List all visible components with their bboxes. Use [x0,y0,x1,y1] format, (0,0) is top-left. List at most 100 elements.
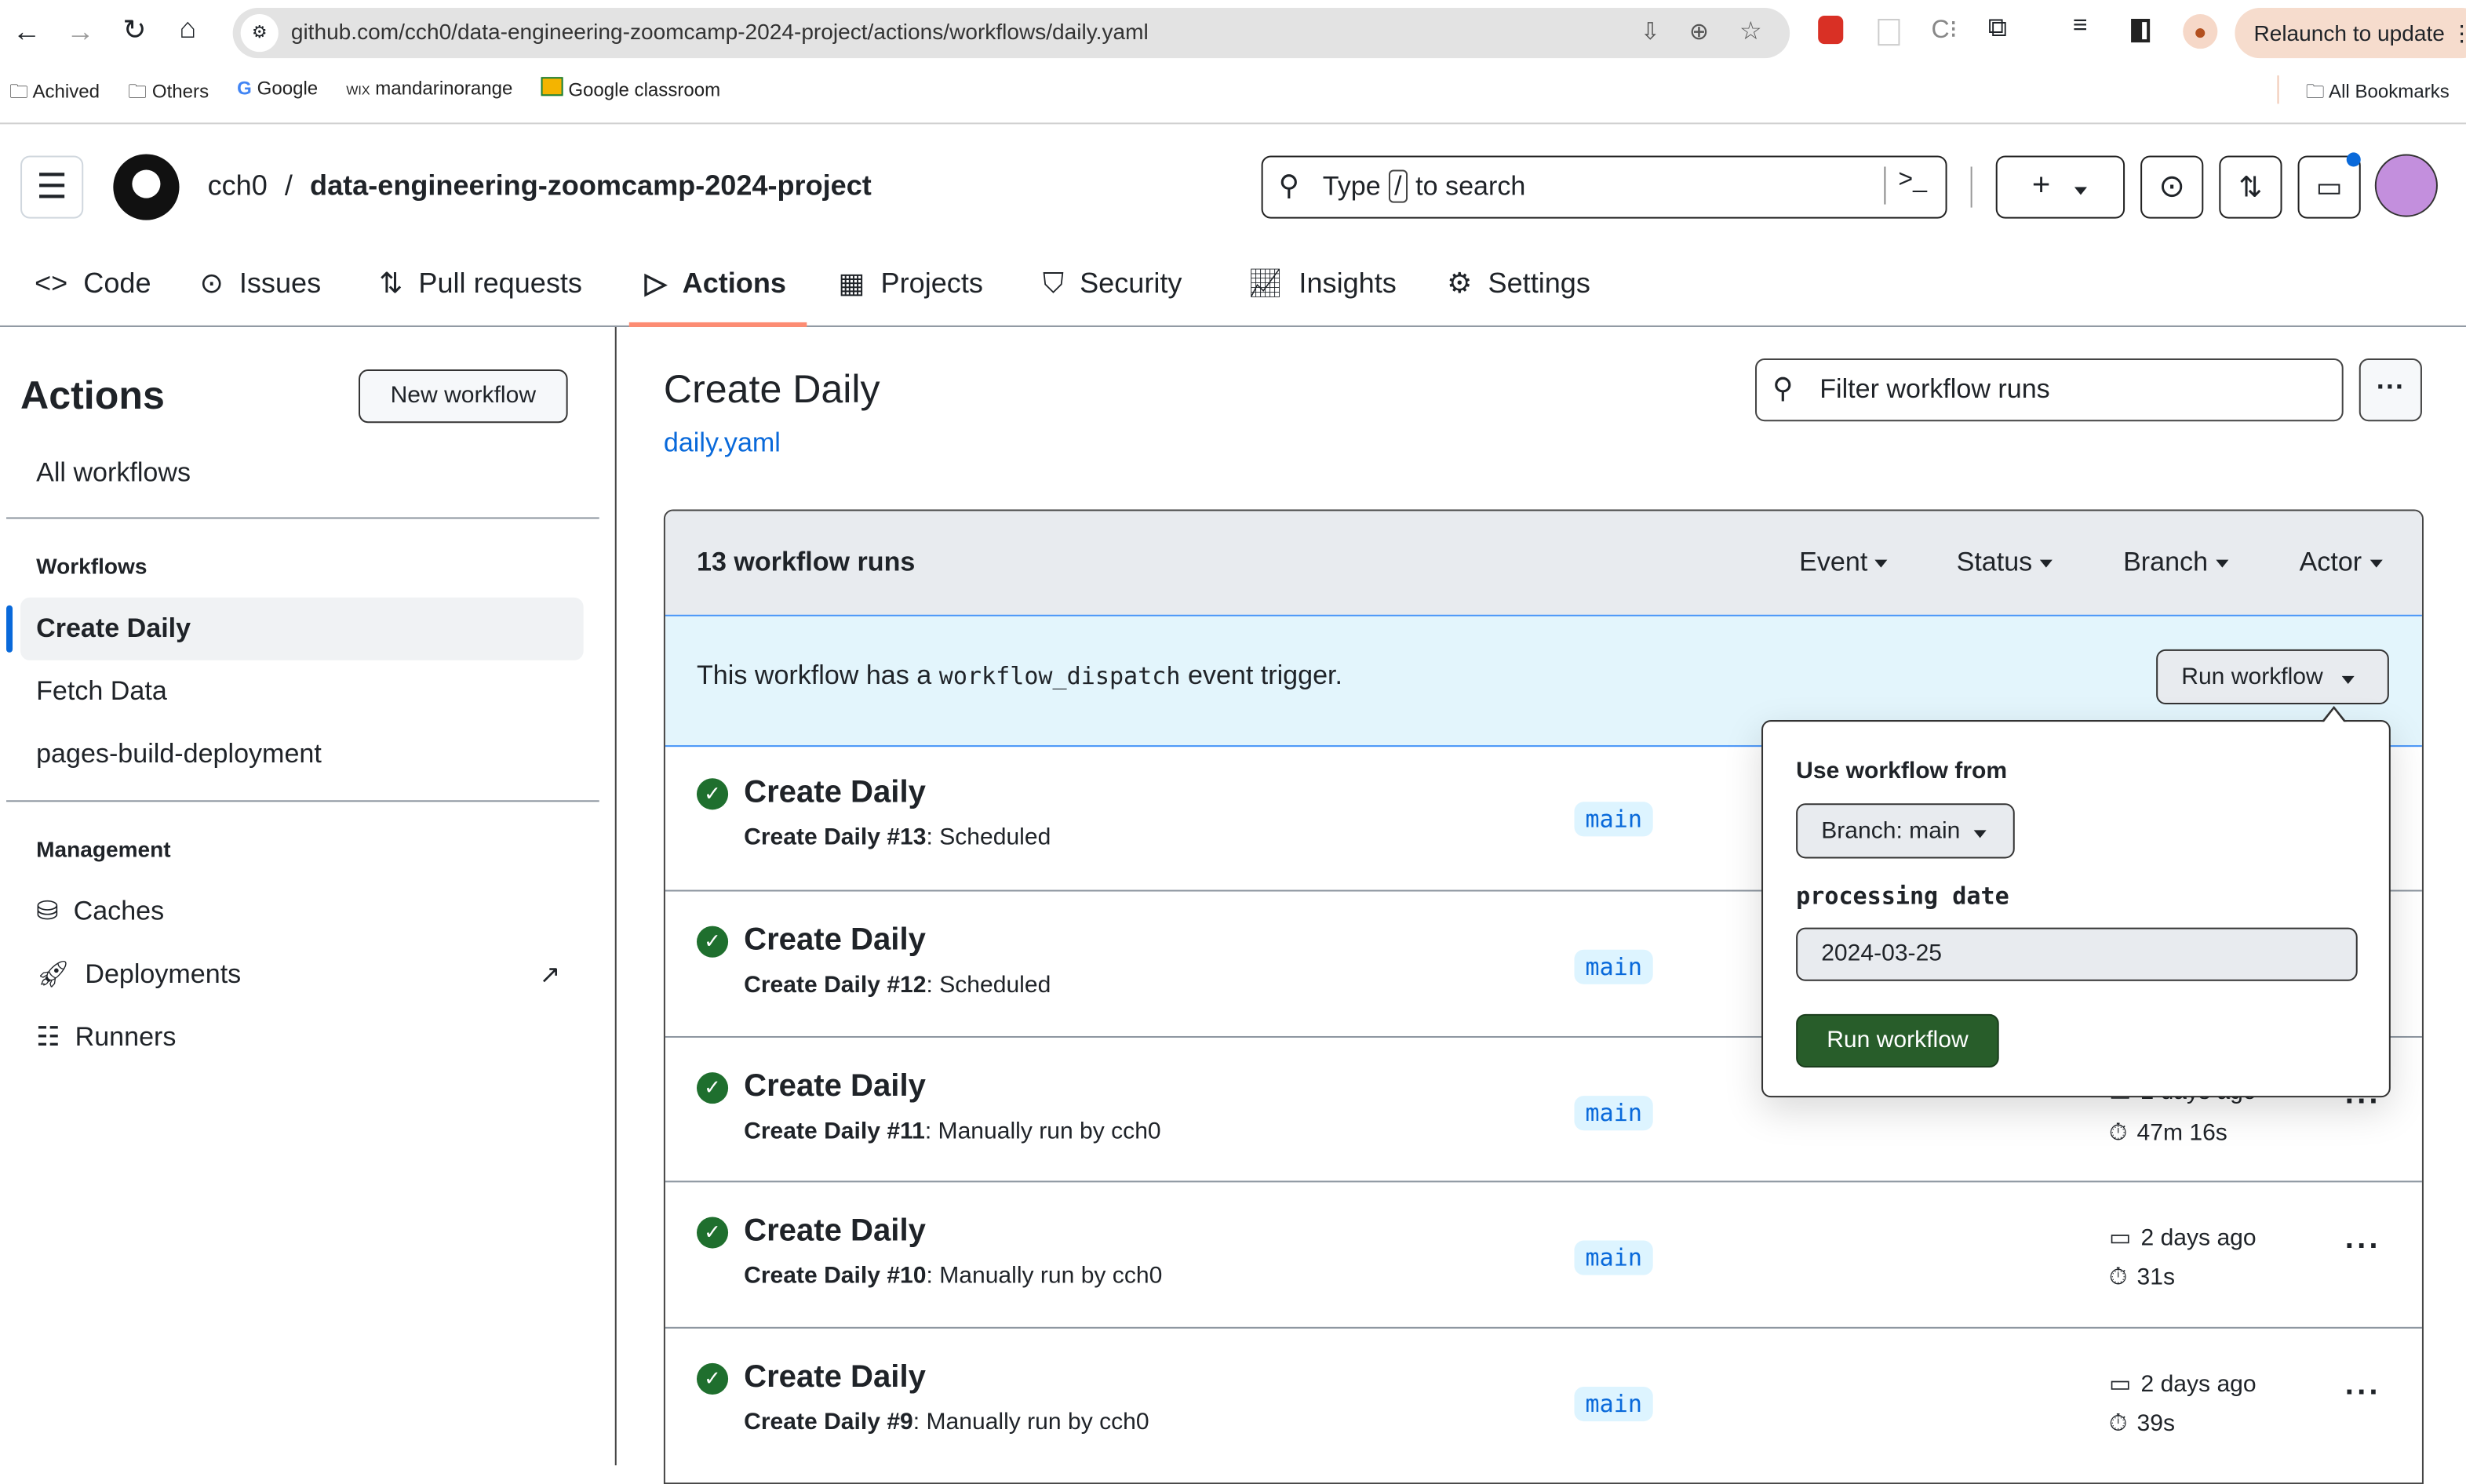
create-new-button[interactable]: + [1995,155,2125,219]
workflow-file-link[interactable]: daily.yaml [664,427,781,459]
search-input[interactable]: ⚲ Type / to search >_ [1261,155,1947,219]
run-subtitle: Create Daily #12: Scheduled [744,971,1051,998]
filter-status[interactable]: Status [1957,547,2053,579]
run-workflow-submit-button[interactable]: Run workflow [1796,1013,1999,1068]
media-icon[interactable]: ≡ [2073,13,2088,41]
filter-runs-input[interactable]: ⚲ Filter workflow runs [1755,358,2344,422]
repo-link[interactable]: data-engineering-zoomcamp-2024-project [310,169,872,201]
branch-select[interactable]: Branch: main [1796,803,2015,859]
sidebar-item-deployments[interactable]: 🚀︎ Deployments [36,959,241,991]
extension-icon[interactable] [1878,19,1900,46]
bookmark-label: Others [151,80,209,103]
bookmark-achived[interactable]: 🗀 Achived [9,77,100,110]
divider [2277,75,2279,104]
tab-actions[interactable]: ▷ Actions [645,261,786,305]
back-icon[interactable]: ← [13,16,41,49]
sidebar-item-label: Runners [75,1021,177,1053]
tab-code[interactable]: <> Code [35,261,151,305]
sidebar-item-all-workflows[interactable]: All workflows [36,457,191,489]
branch-badge[interactable]: main [1574,949,1653,984]
rocket-icon: 🚀︎ [36,958,71,989]
tab-pull-requests[interactable]: ⇅ Pull requests [379,261,582,305]
profile-icon[interactable]: ● [2183,14,2218,49]
sidebar-item-caches[interactable]: ⛁ Caches [36,897,164,928]
run-subtitle: Create Daily #10: Manually run by cch0 [744,1263,1163,1290]
bookmark-google-classroom[interactable]: Google classroom [541,77,720,110]
more-options-button[interactable]: ··· [2359,358,2422,422]
filter-placeholder: Filter workflow runs [1819,374,2050,405]
run-subtitle: Create Daily #13: Scheduled [744,824,1051,851]
tab-insights[interactable]: 📈︎ Insights [1248,261,1397,305]
branch-badge[interactable]: main [1574,1241,1653,1276]
tab-issues[interactable]: ⊙ Issues [200,261,322,305]
install-icon[interactable]: ⇩ [1641,17,1660,45]
tab-security[interactable]: ⛉ Security [1043,261,1182,305]
sidebar-item-fetch-data[interactable]: Fetch Data [36,676,167,707]
classroom-icon [541,77,563,96]
all-bookmarks[interactable]: 🗀 All Bookmarks [2306,77,2450,110]
run-title[interactable]: Create Daily [744,1068,926,1104]
all-bookmarks-label: All Bookmarks [2329,80,2450,103]
tab-label: Settings [1488,266,1590,298]
search-icon: ⚲ [1278,169,1300,202]
extension-c-icon[interactable]: C⁝ [1932,14,1958,45]
stopwatch-icon: ⏱ [2109,1264,2128,1292]
calendar-icon: ▭ [2109,1371,2132,1399]
pull-requests-button[interactable]: ⇅ [2219,155,2282,219]
bookmark-google[interactable]: G Google [237,77,318,110]
branch-badge[interactable]: main [1574,1095,1653,1130]
filter-actor[interactable]: Actor [2300,547,2383,579]
tab-label: Actions [682,266,786,298]
sidebar-item-label[interactable]: Create Daily [36,613,191,645]
sidebar-item-runners[interactable]: ☷ Runners [36,1022,176,1053]
menu-button[interactable]: ☰ [20,155,84,219]
sidebar-item-pages-build-deployment[interactable]: pages-build-deployment [36,739,322,770]
site-info-icon[interactable]: ⚙ [240,14,279,53]
bookmark-mandarinorange[interactable]: WIX mandarinorange [346,77,512,110]
zoom-icon[interactable]: ⊕ [1689,17,1709,45]
branch-badge[interactable]: main [1574,1387,1653,1422]
sidepanel-icon[interactable] [2131,19,2151,43]
tab-projects[interactable]: ▦ Projects [838,261,983,305]
header-divider [0,325,2466,327]
bookmark-others[interactable]: 🗀 Others [128,77,209,110]
command-palette-icon[interactable]: >_ [1884,166,1927,205]
tab-settings[interactable]: ⚙ Settings [1447,261,1590,305]
run-title[interactable]: Create Daily [744,922,926,958]
avatar[interactable] [2374,154,2438,217]
url-text[interactable]: github.com/cch0/data-engineering-zoomcam… [291,19,1149,44]
forward-icon[interactable]: → [66,16,94,49]
run-workflow-dropdown-button[interactable]: Run workflow [2156,649,2389,705]
home-icon[interactable]: ⌂ [180,13,197,45]
table-icon: ▦ [838,266,865,298]
tab-label: Issues [239,266,322,298]
caret-down-icon [2040,558,2053,567]
caret-down-icon [1875,558,1889,567]
row-more-options-icon[interactable]: ··· [2345,1230,2381,1266]
reload-icon[interactable]: ↻ [122,14,146,47]
run-title[interactable]: Create Daily [744,1360,926,1396]
row-more-options-icon[interactable]: ··· [2345,1376,2381,1412]
relaunch-button[interactable]: Relaunch to update ⋮ [2235,8,2466,59]
table-row[interactable]: ✓ Create Daily Create Daily #10: Manuall… [665,1181,2422,1326]
graph-icon: 📈︎ [1247,266,1284,298]
issues-button[interactable]: ⊙ [2140,155,2204,219]
filter-branch[interactable]: Branch [2123,547,2229,579]
star-icon[interactable]: ☆ [1739,16,1762,47]
server-icon: ☷ [36,1021,60,1053]
processing-date-input[interactable]: 2024-03-25 [1796,927,2358,981]
owner-link[interactable]: cch0 [208,169,268,201]
new-workflow-button[interactable]: New workflow [359,369,568,424]
branch-badge[interactable]: main [1574,802,1653,837]
bookmark-label: Google [257,77,319,100]
github-logo-icon[interactable] [113,154,180,220]
workflows-heading: Workflows [36,553,148,579]
puzzle-icon[interactable]: ⧉ [1988,13,2007,44]
adblock-icon[interactable] [1818,16,1844,45]
address-bar[interactable]: ⚙ github.com/cch0/data-engineering-zoomc… [232,8,1790,59]
run-title[interactable]: Create Daily [744,1214,926,1250]
table-row[interactable]: ✓ Create Daily Create Daily #9: Manually… [665,1327,2422,1471]
management-heading: Management [36,836,171,862]
run-title[interactable]: Create Daily [744,775,926,811]
filter-event[interactable]: Event [1799,547,1889,579]
